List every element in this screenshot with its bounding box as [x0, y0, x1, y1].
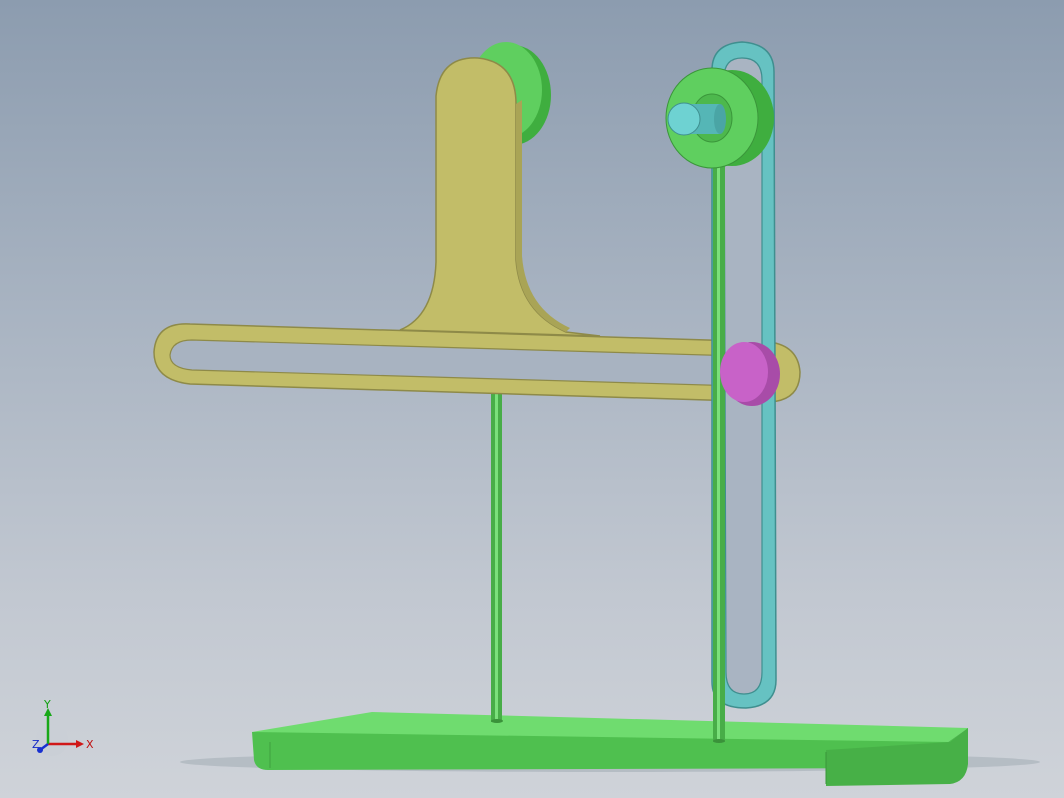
- crank-pin-face: [667, 102, 701, 136]
- rod-highlight: [495, 346, 498, 722]
- mechanism-3d-view[interactable]: X Y Z: [0, 0, 1064, 798]
- left-support-rod[interactable]: [491, 346, 503, 723]
- triad-x-arrow: [76, 740, 84, 748]
- triad-x-label: X: [86, 738, 94, 751]
- triad-z-label: Z: [32, 738, 40, 751]
- pin-face: [720, 342, 768, 402]
- rod-foot: [713, 739, 725, 743]
- view-orientation-triad[interactable]: X Y Z: [32, 698, 94, 756]
- right-support-rod[interactable]: [713, 150, 725, 743]
- triad-y-label: Y: [43, 698, 51, 711]
- crank-disk[interactable]: [665, 67, 774, 169]
- rod-highlight: [717, 150, 720, 742]
- arm-upright: [399, 57, 601, 337]
- base-plate[interactable]: [180, 712, 1040, 786]
- crank-pin-end: [714, 104, 726, 134]
- cad-viewport[interactable]: X Y Z: [0, 0, 1064, 798]
- rod-foot: [491, 719, 503, 723]
